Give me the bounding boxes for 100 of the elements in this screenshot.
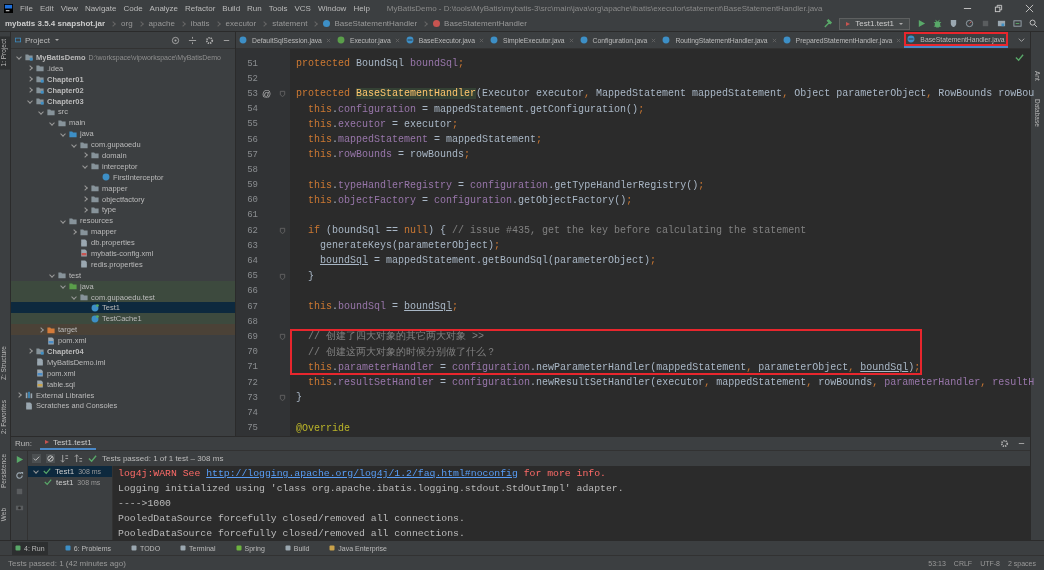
breadcrumb[interactable]: BaseStatementHandler <box>334 19 418 28</box>
method-icon <box>433 20 441 27</box>
breadcrumb[interactable]: org <box>121 19 133 28</box>
rerun-icon[interactable] <box>14 470 24 480</box>
run-icon[interactable] <box>917 19 926 28</box>
line-number: 58 <box>246 164 258 175</box>
line-number: 66 <box>246 286 258 297</box>
breadcrumb[interactable]: BaseStatementHandler <box>444 19 527 28</box>
tab-list-caret-icon[interactable] <box>1017 35 1026 45</box>
console-link[interactable]: http://logging.apache.org/log4j/1.2/faq.html#noconfig <box>206 467 518 479</box>
menu-item[interactable]: Run <box>247 3 262 13</box>
bug-icon[interactable] <box>933 19 942 28</box>
menu-item[interactable]: File <box>20 3 33 13</box>
menu-item[interactable]: Help <box>353 3 370 13</box>
class-icon <box>490 36 498 44</box>
tool-icon <box>64 545 71 551</box>
fold-icon[interactable] <box>279 333 286 341</box>
fold-icon[interactable] <box>279 272 286 280</box>
line-number: 55 <box>246 119 258 130</box>
breadcrumb[interactable]: statement <box>272 19 308 28</box>
folder-icon <box>36 97 44 105</box>
settings-icon[interactable] <box>1000 438 1009 448</box>
folder-icon <box>25 53 33 62</box>
run-tab[interactable]: Test1.test1 <box>39 436 96 450</box>
collapse-icon[interactable] <box>188 35 197 45</box>
locate-icon[interactable] <box>171 35 180 45</box>
line-number: 56 <box>246 134 258 145</box>
line-number: 52 <box>246 73 258 84</box>
line-number: 72 <box>246 377 258 388</box>
class-icon <box>239 36 247 44</box>
window-title: MyBatisDemo - D:\tools\MyBatis\mybatis-3\src\main\java\org\apache\ibatis\executor\statement\BaseStatementHandler.java <box>386 3 824 13</box>
line-number: 63 <box>246 240 258 251</box>
test-name[interactable]: test1 <box>56 477 74 487</box>
class-icon <box>662 36 671 44</box>
menu-item[interactable]: Build <box>222 3 241 13</box>
file-icon <box>36 358 44 367</box>
menu-item[interactable]: Tools <box>268 3 288 13</box>
settings-icon[interactable] <box>205 35 214 45</box>
line-number: 61 <box>246 210 258 221</box>
line-number: 73 <box>246 392 258 403</box>
run-icon[interactable] <box>14 454 24 464</box>
breadcrumb[interactable]: executor <box>225 19 257 28</box>
fold-icon[interactable] <box>279 227 286 235</box>
check-icon <box>1015 53 1024 62</box>
line-number: 59 <box>246 180 258 191</box>
line-number: 67 <box>246 301 258 312</box>
fold-icon[interactable] <box>279 394 286 402</box>
shield-icon[interactable] <box>949 19 958 28</box>
breadcrumb[interactable]: mybatis 3.5.4 snapshot.jar <box>5 19 106 28</box>
fold-icon[interactable] <box>279 90 286 98</box>
menu-item[interactable]: Edit <box>39 3 54 13</box>
code-line: } <box>307 269 316 284</box>
status-message: Tests passed: 1 (42 minutes ago) <box>8 558 126 568</box>
line-number: 60 <box>246 195 258 206</box>
breadcrumb[interactable]: apache <box>148 19 175 28</box>
sort-icon[interactable] <box>74 453 83 463</box>
code-line: protected BoundSql boundSql; <box>295 57 466 71</box>
test-name[interactable]: Test1 <box>55 466 75 476</box>
class-icon <box>91 303 99 312</box>
file-icon <box>80 238 88 247</box>
code-line: // 创建了四大对象的其它两大对象 >> <box>290 329 922 345</box>
restore-icon[interactable] <box>994 3 1003 13</box>
menu-item[interactable]: Refactor <box>185 3 216 13</box>
folder-icon <box>36 86 44 95</box>
project-structure-icon[interactable] <box>997 19 1006 28</box>
line-number: 68 <box>246 316 258 327</box>
code-line: this.typeHandlerRegistry = configuration.getTypeHandlerRegistry(); <box>307 178 706 193</box>
file-icon <box>80 260 88 269</box>
hammer-icon[interactable] <box>823 19 833 28</box>
file-icon <box>80 249 88 258</box>
menu-item[interactable]: Navigate <box>84 3 117 13</box>
line-number: 65 <box>246 271 258 282</box>
file-icon <box>47 336 55 345</box>
folder-icon <box>36 75 44 84</box>
project-view-dropdown[interactable]: Project <box>15 35 60 45</box>
menu-item[interactable]: Analyze <box>149 3 179 13</box>
menu-item[interactable]: VCS <box>294 3 311 13</box>
override-marker[interactable]: @ <box>261 88 272 99</box>
code-line: generateKeys(parameterObject); <box>319 239 502 254</box>
line-number: 57 <box>246 149 258 160</box>
search-icon[interactable] <box>1029 19 1038 28</box>
blocked-icon[interactable] <box>46 453 55 463</box>
profiler-icon[interactable] <box>965 19 974 28</box>
library-icon <box>25 391 33 400</box>
line-number: 62 <box>246 225 258 236</box>
code-line: if (boundSql == null) { // issue #435, get the key before calculating the statement <box>307 224 808 239</box>
code-line: this.executor = executor; <box>307 117 460 132</box>
run-configuration-dropdown[interactable]: Test1.test1 <box>839 17 910 30</box>
check-icon[interactable] <box>32 453 41 463</box>
menu-item[interactable]: Window <box>317 3 347 13</box>
sort-icon[interactable] <box>60 453 69 463</box>
panel-title: Run: <box>15 438 32 448</box>
class-icon <box>405 36 414 44</box>
code-line: this.objectFactory = configuration.getObjectFactory(); <box>307 193 634 208</box>
menu-item[interactable]: View <box>60 3 78 13</box>
code-line: // 创建这两大对象的时候分别做了什么？ <box>290 344 922 360</box>
terminal-icon[interactable] <box>1013 19 1022 28</box>
menu-item[interactable]: Code <box>123 3 143 13</box>
breadcrumb[interactable]: ibatis <box>190 19 210 28</box>
line-number: 51 <box>246 58 258 69</box>
